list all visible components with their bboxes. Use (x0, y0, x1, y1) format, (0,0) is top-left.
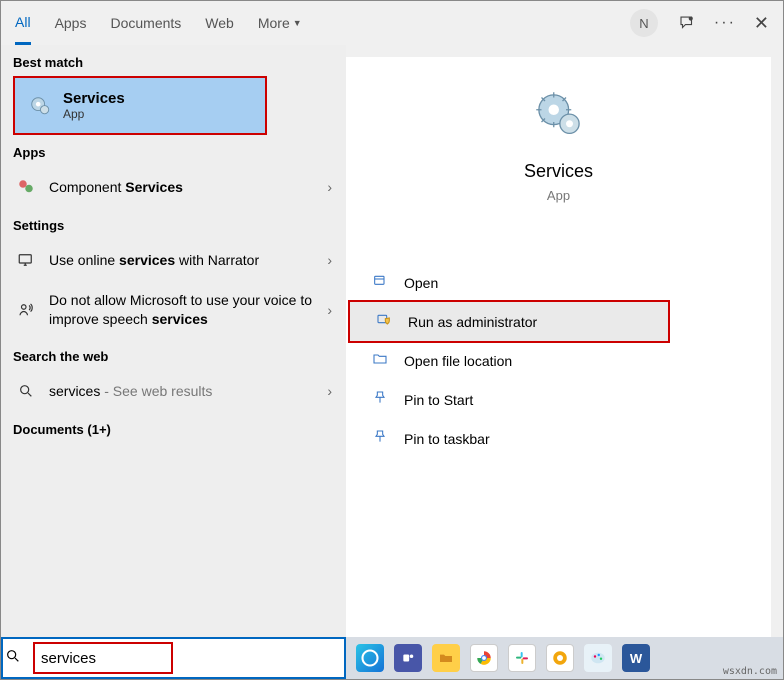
action-label: Pin to taskbar (404, 431, 490, 447)
component-services-icon (15, 176, 37, 198)
section-settings: Settings (1, 208, 346, 239)
gear-icon (531, 87, 587, 143)
main-content: Best match Services App Apps Component S… (1, 45, 783, 637)
person-voice-icon (15, 299, 37, 321)
watermark: wsxdn.com (723, 666, 777, 677)
action-open[interactable]: Open (346, 263, 771, 302)
search-input[interactable] (41, 650, 165, 667)
taskbar-teams-icon[interactable] (394, 644, 422, 672)
section-search-web: Search the web (1, 339, 346, 370)
section-documents: Documents (1+) (1, 412, 346, 443)
search-window: All Apps Documents Web More ▼ N ··· ✕ Be… (0, 0, 784, 680)
details-hero: Services App (346, 57, 771, 223)
chevron-down-icon: ▼ (293, 18, 302, 28)
taskbar-edge-icon[interactable] (356, 644, 384, 672)
app-result-label: Component Services (49, 179, 315, 195)
app-result-component-services[interactable]: Component Services › (1, 166, 346, 208)
best-match-text: Services App (63, 90, 125, 121)
taskbar-paint-icon[interactable] (584, 644, 612, 672)
details-subtitle: App (346, 188, 771, 203)
setting-label: Do not allow Microsoft to use your voice… (49, 291, 315, 329)
top-bar: All Apps Documents Web More ▼ N ··· ✕ (1, 1, 783, 45)
search-icon (5, 648, 21, 668)
action-label: Open file location (404, 353, 512, 369)
action-label: Pin to Start (404, 392, 473, 408)
results-panel: Best match Services App Apps Component S… (1, 45, 346, 637)
tab-apps[interactable]: Apps (55, 1, 87, 45)
close-button[interactable]: ✕ (754, 13, 769, 34)
open-icon (372, 273, 390, 292)
setting-narrator-services[interactable]: Use online services with Narrator › (1, 239, 346, 281)
taskbar-word-icon[interactable]: W (622, 644, 650, 672)
details-panel: Services App Open Run as administrator (346, 57, 771, 637)
details-title: Services (346, 161, 771, 182)
best-match-result[interactable]: Services App (13, 76, 267, 135)
gear-icon (29, 95, 51, 117)
taskbar-slack-icon[interactable] (508, 644, 536, 672)
pin-icon (372, 390, 390, 409)
web-result-label: services - See web results (49, 383, 315, 399)
web-result-services[interactable]: services - See web results › (1, 370, 346, 412)
action-run-as-admin[interactable]: Run as administrator (350, 302, 668, 341)
setting-speech-services[interactable]: Do not allow Microsoft to use your voice… (1, 281, 346, 339)
search-bar[interactable] (1, 637, 346, 679)
monitor-icon (15, 249, 37, 271)
user-avatar[interactable]: N (630, 9, 658, 37)
section-best-match: Best match (1, 45, 346, 76)
taskbar-chrome-canary-icon[interactable] (546, 644, 574, 672)
top-right-controls: N ··· ✕ (630, 9, 769, 37)
search-icon (15, 380, 37, 402)
more-options-icon[interactable]: ··· (716, 14, 734, 32)
action-open-file-location[interactable]: Open file location (346, 341, 771, 380)
chevron-right-icon: › (327, 252, 332, 268)
setting-label: Use online services with Narrator (49, 252, 315, 268)
pin-icon (372, 429, 390, 448)
best-match-subtitle: App (63, 107, 125, 121)
action-pin-to-start[interactable]: Pin to Start (346, 380, 771, 419)
taskbar-chrome-icon[interactable] (470, 644, 498, 672)
folder-icon (372, 351, 390, 370)
taskbar-explorer-icon[interactable] (432, 644, 460, 672)
action-pin-to-taskbar[interactable]: Pin to taskbar (346, 419, 771, 458)
best-match-title: Services (63, 90, 125, 107)
tab-web[interactable]: Web (205, 1, 234, 45)
tab-all[interactable]: All (15, 1, 31, 45)
tab-documents[interactable]: Documents (110, 1, 181, 45)
tab-more-label: More (258, 15, 290, 31)
feedback-icon[interactable] (678, 14, 696, 32)
action-label: Run as administrator (408, 314, 537, 330)
chevron-right-icon: › (327, 383, 332, 399)
chevron-right-icon: › (327, 302, 332, 318)
action-label: Open (404, 275, 438, 291)
scope-tabs: All Apps Documents Web More ▼ (15, 1, 302, 45)
section-apps: Apps (1, 135, 346, 166)
tab-more[interactable]: More ▼ (258, 1, 302, 45)
taskbar: W (346, 637, 783, 679)
search-input-wrapper (33, 642, 173, 674)
admin-shield-icon (376, 312, 394, 331)
chevron-right-icon: › (327, 179, 332, 195)
details-actions: Open Run as administrator Open file loca… (346, 263, 771, 458)
